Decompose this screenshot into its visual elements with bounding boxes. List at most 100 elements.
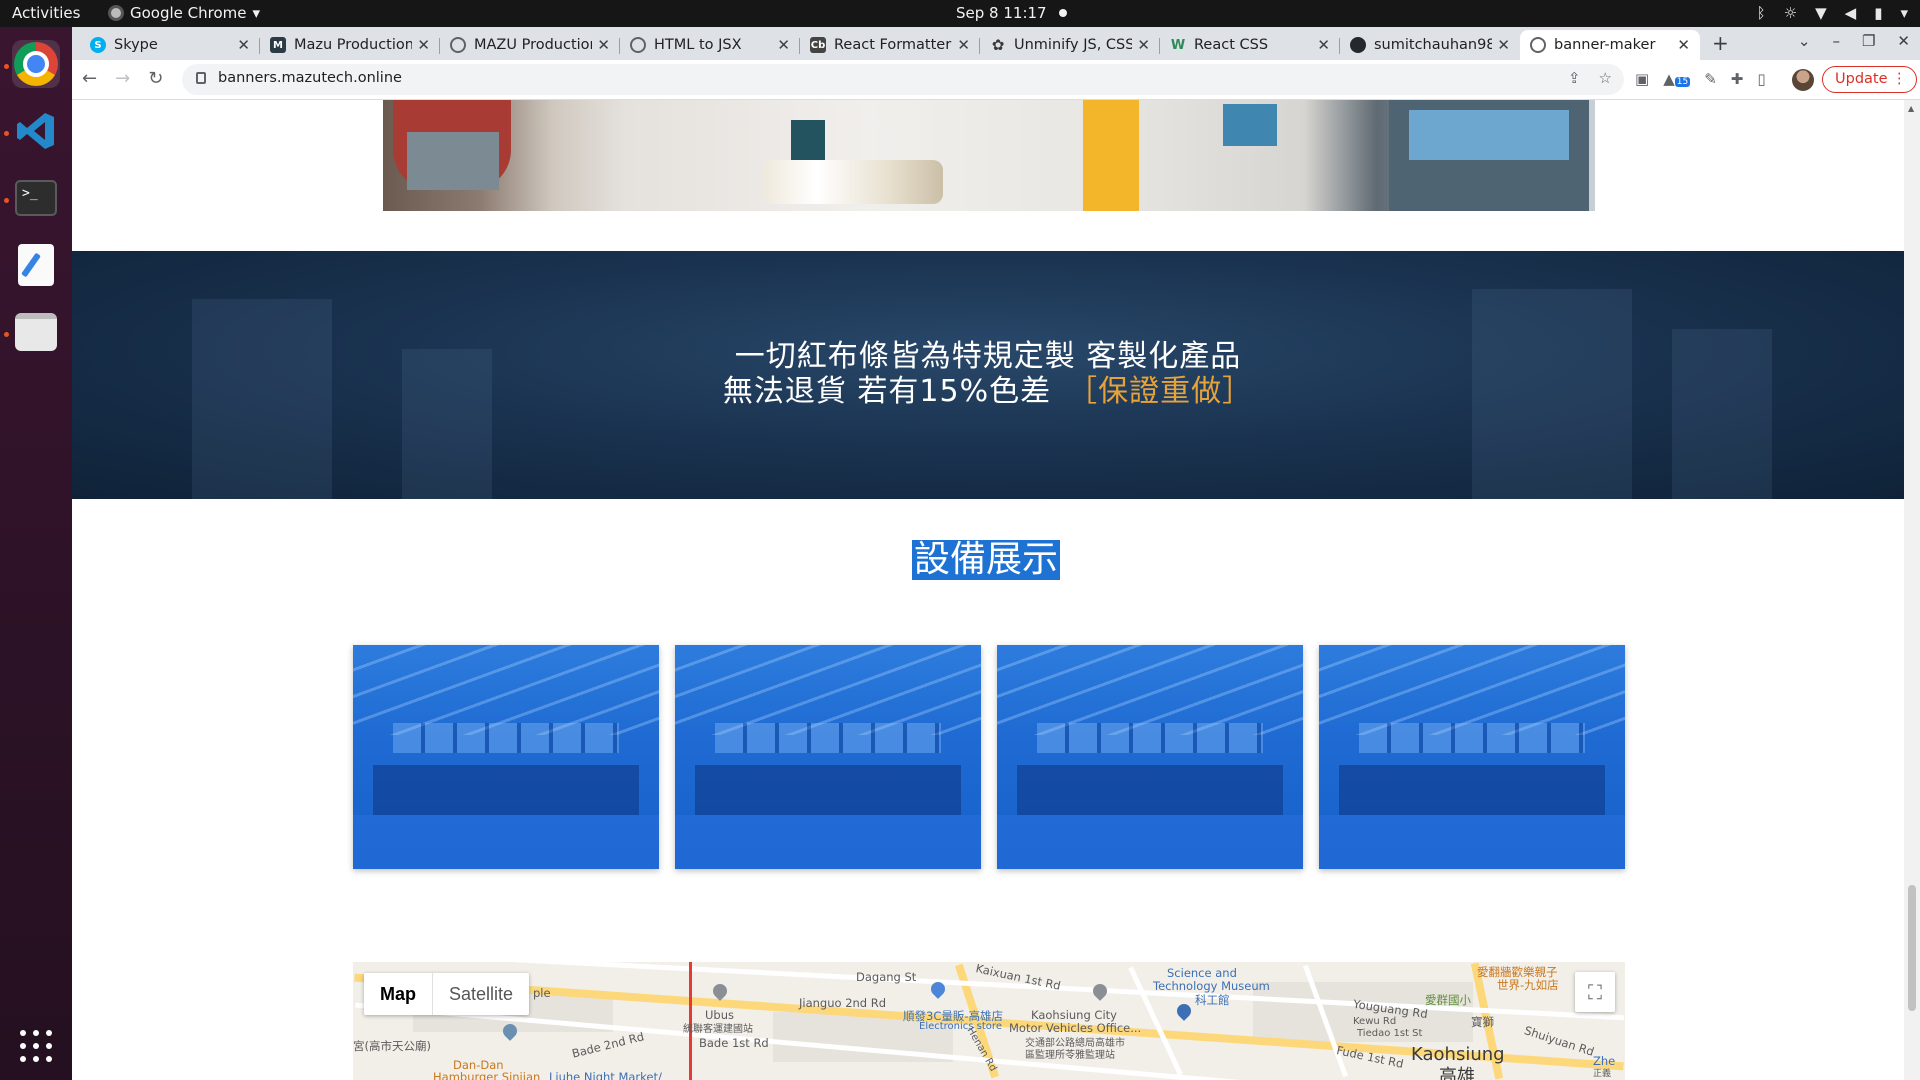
mazu-icon: M xyxy=(270,37,286,53)
map-label: Shuiyuan Rd xyxy=(1522,1023,1596,1059)
tab-html-to-jsx[interactable]: HTML to JSX ✕ xyxy=(620,30,800,60)
reload-icon[interactable]: ↻ xyxy=(148,68,163,89)
files-icon xyxy=(15,313,57,351)
clock-label: Sep 8 11:17 xyxy=(956,4,1047,22)
close-icon[interactable]: ✕ xyxy=(777,36,790,54)
volume-icon: ◀ xyxy=(1844,4,1857,22)
tab-mazu-production-2[interactable]: MAZU Production ✕ xyxy=(440,30,620,60)
app-menu[interactable]: Google Chrome ▾ xyxy=(108,4,260,22)
equipment-photo[interactable] xyxy=(997,645,1303,869)
close-icon[interactable]: ✕ xyxy=(1137,36,1150,54)
system-top-bar: Activities Google Chrome ▾ Sep 8 11:17 ᛒ… xyxy=(0,0,1920,27)
notice-line-2-text: 無法退貨 若有15%色差 xyxy=(722,374,1052,409)
restore-icon[interactable]: ❐ xyxy=(1862,32,1875,50)
clock[interactable]: Sep 8 11:17 xyxy=(956,4,1067,22)
tab-unminify[interactable]: ✿ Unminify JS, CSS ✕ xyxy=(980,30,1160,60)
profile-avatar[interactable] xyxy=(1792,69,1814,91)
puzzle-extensions-icon[interactable]: ✚ xyxy=(1731,70,1744,88)
bookmark-star-icon[interactable]: ☆ xyxy=(1599,69,1612,87)
dock-text-editor[interactable] xyxy=(12,241,60,289)
notice-line-2: 無法退貨 若有15%色差 ［保證重做］ xyxy=(72,366,1904,410)
activities-button[interactable]: Activities xyxy=(12,4,80,22)
office-pin-icon[interactable] xyxy=(1090,981,1110,1001)
tab-title: Unminify JS, CSS xyxy=(1014,37,1132,53)
map-label: Motor Vehicles Office... xyxy=(1009,1021,1142,1035)
close-icon[interactable]: ✕ xyxy=(1317,36,1330,54)
extension-badge-icon[interactable]: ▲ 15 xyxy=(1663,70,1691,88)
map-label: Dagang St xyxy=(856,970,917,984)
url-text[interactable]: banners.mazutech.online xyxy=(218,70,402,86)
close-icon[interactable]: ✕ xyxy=(417,36,430,54)
forward-icon[interactable]: → xyxy=(115,68,130,89)
page-scrollbar[interactable]: ▲ xyxy=(1904,100,1920,1080)
vscode-icon xyxy=(17,113,54,149)
dock-files[interactable] xyxy=(12,308,60,356)
close-icon[interactable]: ✕ xyxy=(597,36,610,54)
map-label: Technology Museum xyxy=(1153,979,1270,993)
tab-title: banner-maker xyxy=(1554,37,1656,53)
chrome-icon xyxy=(14,42,58,86)
wifi-icon: ▼ xyxy=(1815,4,1827,22)
photo-detail xyxy=(763,160,943,204)
tab-search-icon[interactable]: ⌄ xyxy=(1798,32,1811,50)
tab-mazu-production[interactable]: M Mazu Production ✕ xyxy=(260,30,440,60)
system-tray[interactable]: ᛒ ☼ ▼ ◀ ▮ ▾ xyxy=(1757,4,1908,22)
scroll-up-arrow-icon[interactable]: ▲ xyxy=(1908,104,1914,113)
tab-github[interactable]: sumitchauhan98 ✕ xyxy=(1340,30,1520,60)
navigation-buttons: ← → ↻ xyxy=(82,68,163,89)
dock: >_ xyxy=(0,27,72,1080)
globe-icon xyxy=(630,37,646,53)
close-icon[interactable]: ✕ xyxy=(1677,36,1690,54)
dock-vscode[interactable] xyxy=(12,107,60,155)
pen-extension-icon[interactable]: ✎ xyxy=(1704,70,1717,88)
lock-icon[interactable] xyxy=(196,72,206,84)
close-icon[interactable]: ✕ xyxy=(957,36,970,54)
banner-photo xyxy=(383,100,1595,211)
equipment-photo[interactable] xyxy=(1319,645,1625,869)
fullscreen-icon[interactable]: ⛶ xyxy=(1575,972,1615,1012)
close-icon[interactable]: ✕ xyxy=(237,36,250,54)
tab-react-formatter[interactable]: Cb React Formatter ✕ xyxy=(800,30,980,60)
new-tab-button[interactable]: + xyxy=(1712,31,1729,55)
tab-react-css[interactable]: W React CSS ✕ xyxy=(1160,30,1340,60)
tab-title: Mazu Production xyxy=(294,37,412,53)
photo-detail xyxy=(1083,100,1139,211)
dock-chrome[interactable] xyxy=(12,40,60,88)
update-button[interactable]: Update xyxy=(1822,66,1917,93)
side-panel-icon[interactable]: ▯ xyxy=(1757,70,1765,88)
tab-title: React CSS xyxy=(1194,37,1269,53)
equipment-photo[interactable] xyxy=(675,645,981,869)
close-window-icon[interactable]: ✕ xyxy=(1897,32,1910,50)
map-type-toggle: Map Satellite xyxy=(364,973,530,1015)
terminal-icon: >_ xyxy=(15,180,57,216)
power-menu-icon: ▾ xyxy=(1900,4,1908,22)
address-bar[interactable]: banners.mazutech.online ⇪ ☆ xyxy=(182,64,1624,95)
screen-capture-icon[interactable]: ▣ xyxy=(1635,70,1649,88)
equipment-photo[interactable] xyxy=(353,645,659,869)
app-menu-label: Google Chrome xyxy=(130,4,247,22)
scrollbar-thumb[interactable] xyxy=(1908,885,1916,1011)
map-type-satellite-button[interactable]: Satellite xyxy=(433,973,529,1015)
chevron-down-icon: ▾ xyxy=(252,4,261,22)
skype-icon: S xyxy=(90,37,106,53)
map-type-map-button[interactable]: Map xyxy=(364,973,433,1015)
minimize-icon[interactable]: – xyxy=(1832,32,1840,50)
map-label: Science and xyxy=(1167,966,1237,980)
close-icon[interactable]: ✕ xyxy=(1497,36,1510,54)
tab-skype[interactable]: S Skype ✕ xyxy=(80,30,260,60)
dock-terminal[interactable]: >_ xyxy=(12,174,60,222)
map-label: Jianguo 2nd Rd xyxy=(799,996,887,1010)
tab-banner-maker[interactable]: banner-maker ✕ xyxy=(1520,30,1700,60)
share-icon[interactable]: ⇪ xyxy=(1568,69,1581,87)
chrome-mini-icon xyxy=(108,5,124,21)
tab-title: React Formatter xyxy=(834,37,952,53)
museum-pin-icon[interactable] xyxy=(1174,1001,1194,1021)
map-label: 世界-九如店 xyxy=(1497,978,1559,992)
map-label: 高雄 xyxy=(1439,1066,1475,1080)
show-applications-icon[interactable] xyxy=(20,1030,52,1062)
photo-detail xyxy=(1389,100,1589,211)
google-map[interactable]: ple Dagang St Kaixuan 1st Rd Science and… xyxy=(353,962,1625,1080)
back-icon[interactable]: ← xyxy=(82,68,97,89)
map-label: Bade 2nd Rd xyxy=(570,1029,646,1061)
notification-dot-icon xyxy=(1058,9,1067,17)
